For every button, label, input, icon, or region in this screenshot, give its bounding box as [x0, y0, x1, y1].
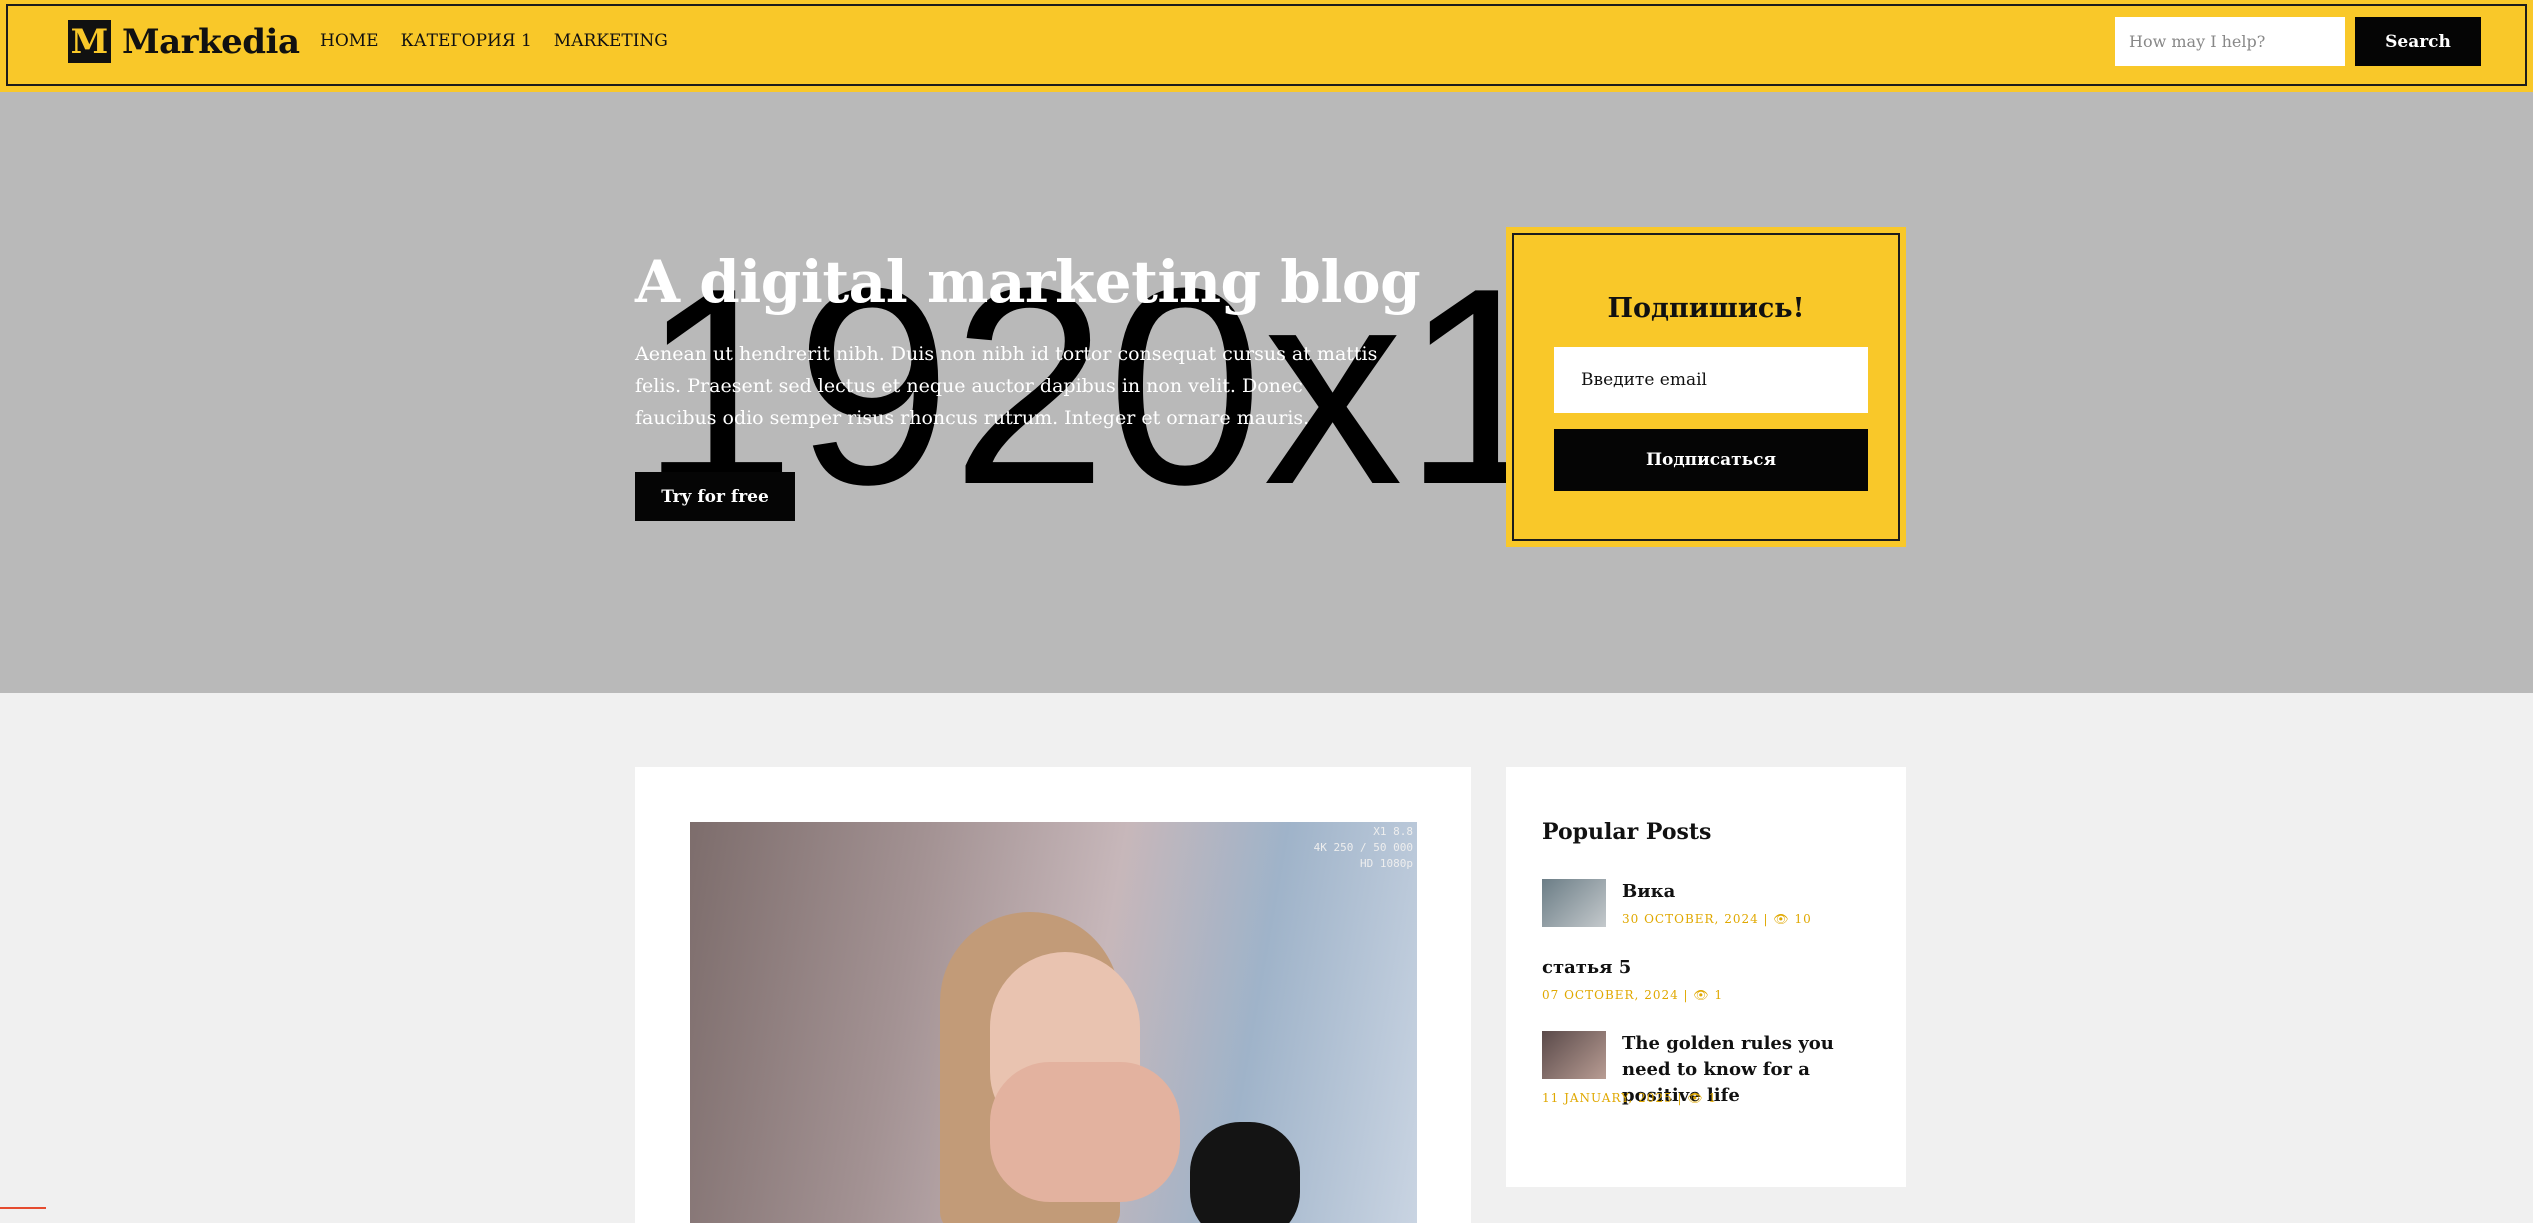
hero-description: Aenean ut hendrerit nibh. Duis non nibh … — [635, 343, 1378, 429]
hero-title: A digital marketing blog — [635, 248, 1421, 316]
search-input[interactable] — [2115, 17, 2345, 66]
site-header: M Markedia HOME КАТЕГОРИЯ 1 MARKETING Se… — [0, 0, 2533, 92]
image-overlay-text: X1 8.8 4K 250 / 50 000 HD 1080p — [1313, 825, 1413, 870]
hero-section: 1920x1080 A digital marketing blog Aenea… — [0, 92, 2533, 693]
popular-post-title[interactable]: Вика — [1622, 879, 1675, 905]
logo-mark: M — [68, 20, 111, 63]
try-for-free-button[interactable]: Try for free — [635, 472, 795, 521]
email-field[interactable] — [1554, 347, 1868, 413]
main-nav: HOME КАТЕГОРИЯ 1 MARKETING — [320, 31, 668, 51]
search-button[interactable]: Search — [2355, 17, 2481, 66]
subscribe-box: Подпишись! Подписаться — [1506, 227, 1906, 547]
image-figure-hands — [990, 1062, 1180, 1202]
post-thumbnail[interactable] — [1542, 1031, 1606, 1079]
nav-item-home[interactable]: HOME — [320, 31, 379, 51]
corner-widget[interactable] — [0, 1207, 46, 1223]
post-image[interactable]: X1 8.8 4K 250 / 50 000 HD 1080p — [690, 822, 1417, 1223]
popular-post-meta: 30 October, 2024 | 👁 10 — [1622, 912, 1812, 926]
popular-post-meta: 07 October, 2024 | 👁 1 — [1542, 988, 1724, 1002]
post-card: X1 8.8 4K 250 / 50 000 HD 1080p — [635, 767, 1471, 1223]
subscribe-title: Подпишись! — [1607, 293, 1805, 324]
subscribe-frame: Подпишись! Подписаться — [1512, 233, 1900, 541]
image-microphone — [1190, 1122, 1300, 1223]
popular-post-meta: 11 January, 2025 | 👁 1 — [1542, 1091, 1718, 1105]
subscribe-button[interactable]: Подписаться — [1554, 429, 1868, 491]
popular-posts-title: Popular Posts — [1542, 819, 1712, 845]
nav-item-marketing[interactable]: MARKETING — [554, 31, 668, 51]
popular-post-title[interactable]: статья 5 — [1542, 955, 1631, 981]
site-logo[interactable]: M Markedia — [68, 20, 300, 63]
post-thumbnail[interactable] — [1542, 879, 1606, 927]
popular-posts-widget: Popular Posts Вика 30 October, 2024 | 👁 … — [1506, 767, 1906, 1187]
nav-item-category-1[interactable]: КАТЕГОРИЯ 1 — [401, 31, 532, 51]
logo-text: Markedia — [122, 21, 300, 62]
